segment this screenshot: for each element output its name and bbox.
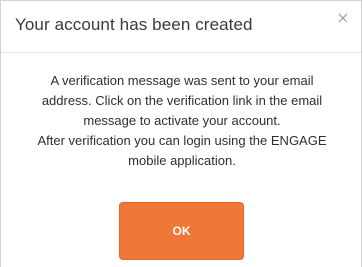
message-line: mobile application. (128, 153, 236, 168)
ok-button[interactable]: OK (119, 202, 244, 260)
verification-message: A verification message was sent to your … (13, 71, 351, 171)
account-created-dialog: Your account has been created A verifica… (0, 0, 362, 267)
message-line: A verification message was sent to your … (50, 73, 314, 88)
dialog-title: Your account has been created (15, 15, 253, 34)
dialog-header: Your account has been created (1, 1, 361, 53)
message-line: address. Click on the verification link … (41, 93, 323, 108)
close-icon[interactable] (335, 10, 351, 26)
message-line: message to activate your account. (83, 113, 281, 128)
message-line: After verification you can login using t… (37, 133, 327, 148)
